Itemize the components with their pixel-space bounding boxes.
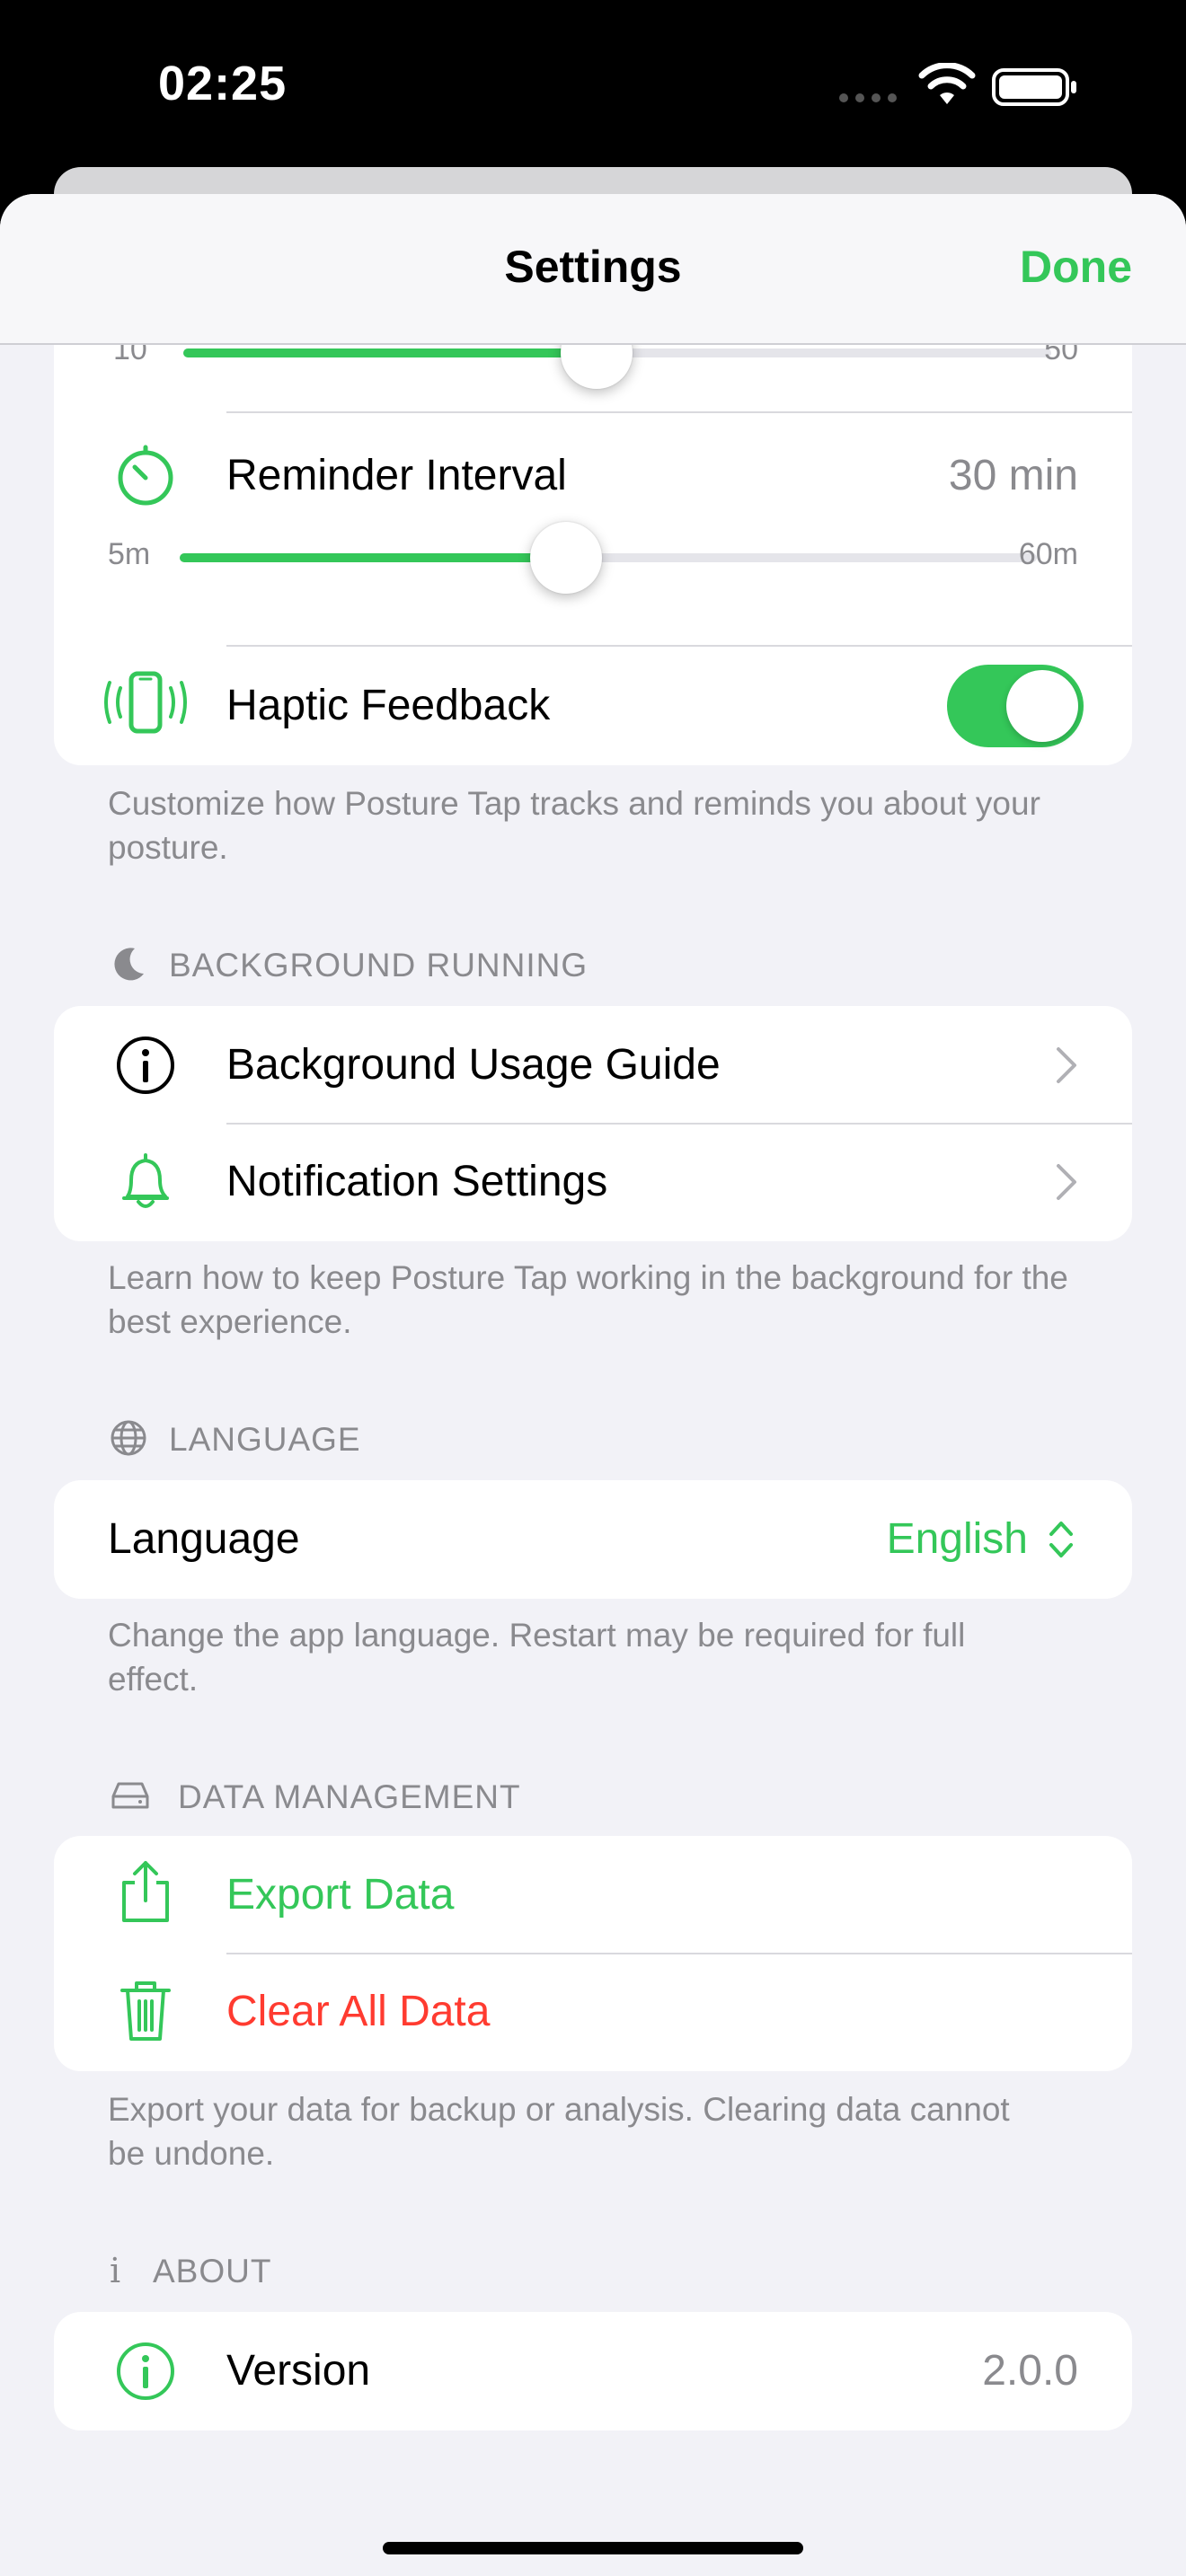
data-management-card: Export Data Clear All Data [54, 1836, 1132, 2071]
language-label: Language [108, 1515, 300, 1563]
slider-fill [183, 348, 597, 357]
tracking-footer: Customize how Posture Tap tracks and rem… [108, 785, 1040, 866]
wifi-icon [918, 63, 976, 104]
haptic-feedback-toggle[interactable] [947, 665, 1084, 747]
slider-min-label: 5m [108, 537, 151, 571]
battery-icon [992, 68, 1076, 106]
about-header: ABOUT [153, 2253, 272, 2289]
page-title: Settings [504, 242, 682, 292]
globe-icon [111, 1420, 146, 1456]
haptic-feedback-row: Haptic Feedback [54, 647, 1132, 765]
background-running-card: Background Usage Guide Notification Sett… [54, 1006, 1132, 1241]
timer-icon [118, 445, 173, 506]
status-time: 02:25 [158, 57, 288, 110]
reminder-interval-slider[interactable] [180, 522, 1037, 594]
moon-icon [114, 948, 144, 981]
version-value: 2.0.0 [982, 2347, 1078, 2395]
version-row: Version 2.0.0 [54, 2312, 1132, 2430]
toggle-knob [1006, 670, 1078, 742]
slider-max-label: 60m [1018, 537, 1078, 571]
status-bar: 02:25 [0, 0, 1186, 180]
notification-settings-label: Notification Settings [226, 1158, 608, 1205]
language-footer: Change the app language. Restart may be … [108, 1617, 966, 1698]
chevron-right-icon [1057, 1047, 1076, 1083]
export-data-label: Export Data [226, 1871, 455, 1919]
about-card: Version 2.0.0 [54, 2312, 1132, 2430]
background-running-header: BACKGROUND RUNNING [169, 947, 589, 984]
background-usage-guide-label: Background Usage Guide [226, 1041, 721, 1089]
chevron-up-down-icon [1049, 1522, 1073, 1557]
info-circle-icon [117, 1037, 174, 1094]
background-running-footer: Learn how to keep Posture Tap working in… [108, 1259, 1068, 1340]
info-small-icon: i [110, 2251, 121, 2290]
language-header: LANGUAGE [169, 1421, 361, 1458]
slider-thumb[interactable] [530, 522, 602, 594]
export-data-row[interactable]: Export Data [54, 1836, 1132, 1953]
language-card: Language English [54, 1480, 1132, 1599]
partial-slider-track[interactable] [183, 317, 1051, 389]
info-circle-icon [117, 2342, 174, 2400]
version-label: Version [226, 2347, 371, 2395]
settings-sheet: 10 50 Reminder Interval 30 min 5m 60m Ha… [0, 194, 1186, 2576]
haptic-feedback-label: Haptic Feedback [226, 682, 551, 729]
done-button[interactable]: Done [1020, 241, 1132, 293]
slider-fill [180, 553, 566, 562]
navigation-bar: Settings Done [0, 194, 1186, 345]
clear-all-data-label: Clear All Data [226, 1988, 491, 2035]
drive-icon [111, 1782, 149, 1809]
data-management-header: DATA MANAGEMENT [178, 1778, 521, 1815]
chevron-right-icon [1057, 1164, 1076, 1200]
notification-settings-row[interactable]: Notification Settings [54, 1125, 1132, 1241]
reminder-interval-value: 30 min [948, 452, 1078, 499]
home-indicator[interactable] [383, 2542, 803, 2554]
language-row[interactable]: Language English [54, 1480, 1132, 1599]
share-icon [122, 1861, 169, 1922]
language-picker-value[interactable]: English [887, 1514, 1028, 1564]
background-usage-guide-row[interactable]: Background Usage Guide [54, 1006, 1132, 1123]
phone-vibrate-icon [104, 671, 187, 734]
signal-dots-icon [839, 93, 904, 104]
reminder-interval-label: Reminder Interval [226, 452, 567, 499]
trash-icon [120, 1981, 171, 2041]
reminder-interval-row: Reminder Interval 30 min 5m 60m [54, 413, 1132, 647]
bell-icon [122, 1153, 169, 1208]
data-management-footer: Export your data for backup or analysis.… [108, 2091, 1010, 2172]
settings-content[interactable]: 10 50 Reminder Interval 30 min 5m 60m Ha… [0, 194, 1186, 2576]
clear-all-data-row[interactable]: Clear All Data [54, 1954, 1132, 2071]
